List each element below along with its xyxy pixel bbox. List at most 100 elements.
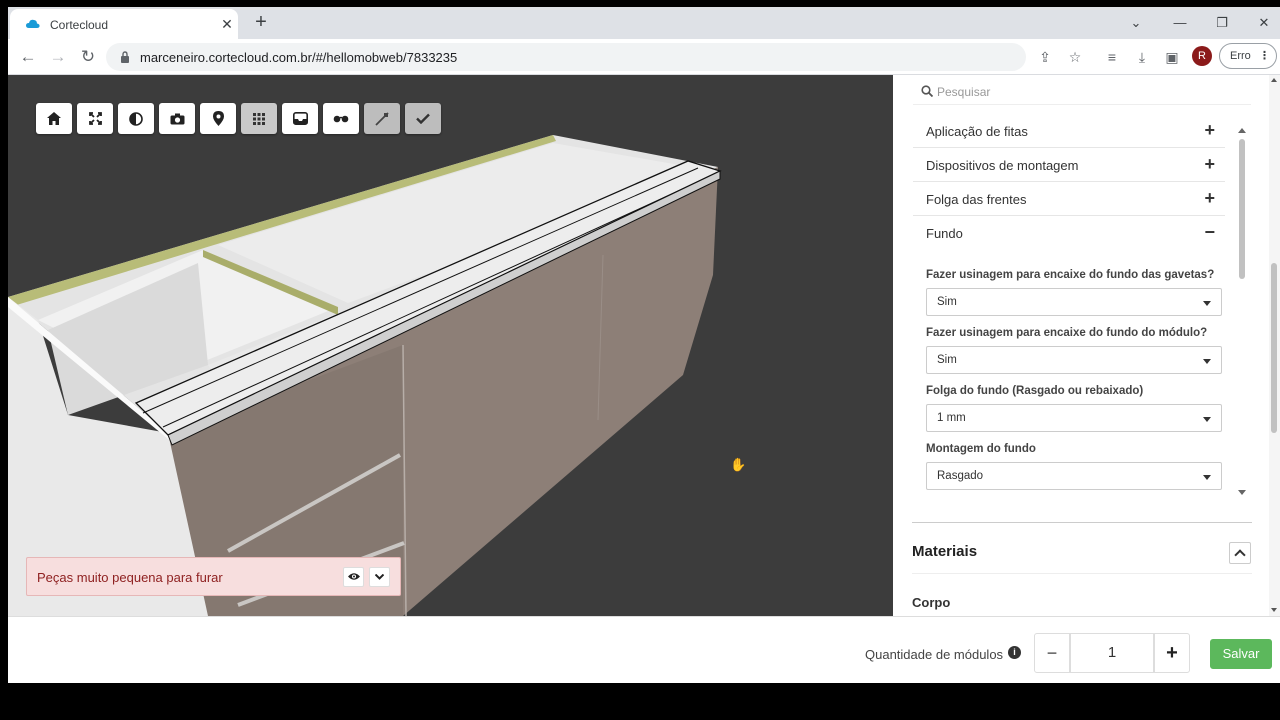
cabinet-3d-model[interactable]: [8, 75, 893, 616]
scrollbar-thumb[interactable]: [1239, 139, 1245, 279]
select-usinagem-modulo[interactable]: Sim: [926, 346, 1222, 374]
panel-scrollbar[interactable]: [1269, 75, 1280, 616]
chevron-up-icon: [1234, 549, 1246, 561]
address-toolbar: ← → ↻ marceneiro.cortecloud.com.br/#/hel…: [8, 39, 1280, 75]
share-icon[interactable]: ⇪: [1035, 47, 1055, 67]
accordion-label: Folga das frentes: [926, 192, 1027, 207]
download-icon[interactable]: ⤓: [1132, 47, 1152, 67]
back-icon[interactable]: ←: [16, 45, 40, 69]
settings-scrollbar[interactable]: [1237, 125, 1247, 495]
lock-icon: [121, 51, 129, 63]
scroll-down-icon[interactable]: [1238, 490, 1246, 495]
bottom-bar: Quantidade de módulos i − 1 + Salvar: [8, 616, 1280, 683]
hand-cursor-icon: ✋: [730, 457, 747, 472]
accordion-label: Fundo: [926, 226, 963, 241]
reload-icon[interactable]: ↻: [76, 45, 100, 69]
contrast-icon[interactable]: [118, 103, 154, 134]
profile-avatar[interactable]: R: [1192, 46, 1212, 66]
select-usinagem-gavetas[interactable]: Sim: [926, 288, 1222, 316]
url-text: marceneiro.cortecloud.com.br/#/hellomobw…: [140, 50, 458, 65]
select-value: Sim: [937, 354, 957, 366]
corpo-label: Corpo: [912, 595, 951, 610]
tab-strip: Cortecloud ✕ + ⌄ — ❐ ✕: [8, 7, 1280, 39]
field-label: Fazer usinagem para encaixe do fundo das…: [926, 269, 1215, 281]
decrement-button[interactable]: −: [1034, 633, 1070, 673]
menu-dots-icon[interactable]: ⋮: [1259, 44, 1270, 68]
tray-icon[interactable]: [282, 103, 318, 134]
divider: [912, 522, 1252, 523]
location-pin-icon[interactable]: [200, 103, 236, 134]
home-icon[interactable]: [36, 103, 72, 134]
scroll-down-icon[interactable]: [1271, 608, 1277, 612]
fundo-fields: Fazer usinagem para encaixe do fundo das…: [926, 269, 1222, 501]
error-button[interactable]: Erro ⋮: [1219, 43, 1277, 69]
tab-search-icon[interactable]: ⌄: [1124, 11, 1148, 35]
field-label: Fazer usinagem para encaixe do fundo do …: [926, 327, 1208, 339]
browser-window: Cortecloud ✕ + ⌄ — ❐ ✕ ← → ↻ marceneiro.…: [8, 7, 1280, 683]
eye-icon[interactable]: [343, 567, 364, 587]
expand-plus-icon[interactable]: +: [1204, 120, 1215, 141]
collapse-minus-icon[interactable]: −: [1204, 222, 1215, 243]
search-icon: [921, 85, 933, 97]
accordion-label: Aplicação de fitas: [926, 124, 1028, 139]
glasses-icon[interactable]: [323, 103, 359, 134]
fullscreen-icon[interactable]: [77, 103, 113, 134]
field-label: Folga do fundo (Rasgado ou rebaixado): [926, 385, 1144, 397]
grid-icon[interactable]: [241, 103, 277, 134]
restore-icon[interactable]: ❐: [1210, 11, 1234, 35]
select-folga-fundo[interactable]: 1 mm: [926, 404, 1222, 432]
scrollbar-thumb[interactable]: [1271, 263, 1277, 433]
close-window-icon[interactable]: ✕: [1252, 11, 1276, 35]
increment-button[interactable]: +: [1154, 633, 1190, 673]
select-value: 1 mm: [937, 412, 966, 424]
quantity-input[interactable]: 1: [1070, 633, 1154, 673]
search-input[interactable]: Pesquisar: [913, 79, 1251, 105]
error-label: Erro: [1230, 50, 1251, 62]
select-montagem-fundo[interactable]: Rasgado: [926, 462, 1222, 490]
scroll-up-icon[interactable]: [1238, 128, 1246, 133]
expand-plus-icon[interactable]: +: [1204, 154, 1215, 175]
accordion-dispositivos-de-montagem[interactable]: Dispositivos de montagem +: [913, 148, 1225, 182]
materials-heading: Materiais: [912, 543, 978, 560]
warning-alert: Peças muito pequena para furar: [26, 557, 401, 596]
save-button[interactable]: Salvar: [1210, 639, 1272, 669]
browser-tab[interactable]: Cortecloud ✕: [10, 9, 238, 39]
scroll-up-icon[interactable]: [1271, 78, 1277, 82]
field-label: Montagem do fundo: [926, 443, 1036, 455]
reading-list-icon[interactable]: ≡: [1102, 47, 1122, 67]
tab-title: Cortecloud: [50, 18, 109, 32]
info-icon[interactable]: i: [1008, 646, 1021, 659]
accordion-label: Dispositivos de montagem: [926, 158, 1079, 173]
forward-icon[interactable]: →: [46, 45, 70, 69]
materials-collapse-button[interactable]: [1229, 542, 1251, 564]
new-tab-button[interactable]: +: [250, 11, 272, 33]
caret-down-icon: [1203, 359, 1211, 364]
close-tab-icon[interactable]: ✕: [218, 15, 236, 33]
caret-down-icon: [1203, 301, 1211, 306]
accordion-fundo[interactable]: Fundo −: [913, 216, 1225, 250]
measure-icon[interactable]: [364, 103, 400, 134]
camera-icon[interactable]: [159, 103, 195, 134]
viewer-toolbar: [36, 103, 441, 134]
select-value: Sim: [937, 296, 957, 308]
expand-plus-icon[interactable]: +: [1204, 188, 1215, 209]
cloud-icon: [26, 19, 40, 28]
3d-viewport[interactable]: Peças muito pequena para furar ✋: [8, 75, 893, 616]
side-panel-icon[interactable]: ▣: [1162, 47, 1182, 67]
caret-down-icon: [1203, 417, 1211, 422]
caret-down-icon: [1203, 475, 1211, 480]
quantity-label: Quantidade de módulos: [865, 647, 1004, 662]
chevron-down-icon[interactable]: [369, 567, 390, 587]
minimize-icon[interactable]: —: [1168, 11, 1192, 35]
properties-panel: Pesquisar Aplicação de fitas + Dispositi…: [893, 75, 1280, 616]
accordion-aplicacao-de-fitas[interactable]: Aplicação de fitas +: [913, 114, 1225, 148]
accordion-folga-das-frentes[interactable]: Folga das frentes +: [913, 182, 1225, 216]
select-value: Rasgado: [937, 470, 984, 482]
divider: [912, 573, 1252, 574]
address-bar[interactable]: marceneiro.cortecloud.com.br/#/hellomobw…: [106, 43, 1026, 71]
alert-message: Peças muito pequena para furar: [37, 570, 223, 585]
search-placeholder: Pesquisar: [937, 85, 991, 99]
bookmark-star-icon[interactable]: ☆: [1065, 47, 1085, 67]
check-icon[interactable]: [405, 103, 441, 134]
settings-accordion: Aplicação de fitas + Dispositivos de mon…: [913, 114, 1225, 250]
